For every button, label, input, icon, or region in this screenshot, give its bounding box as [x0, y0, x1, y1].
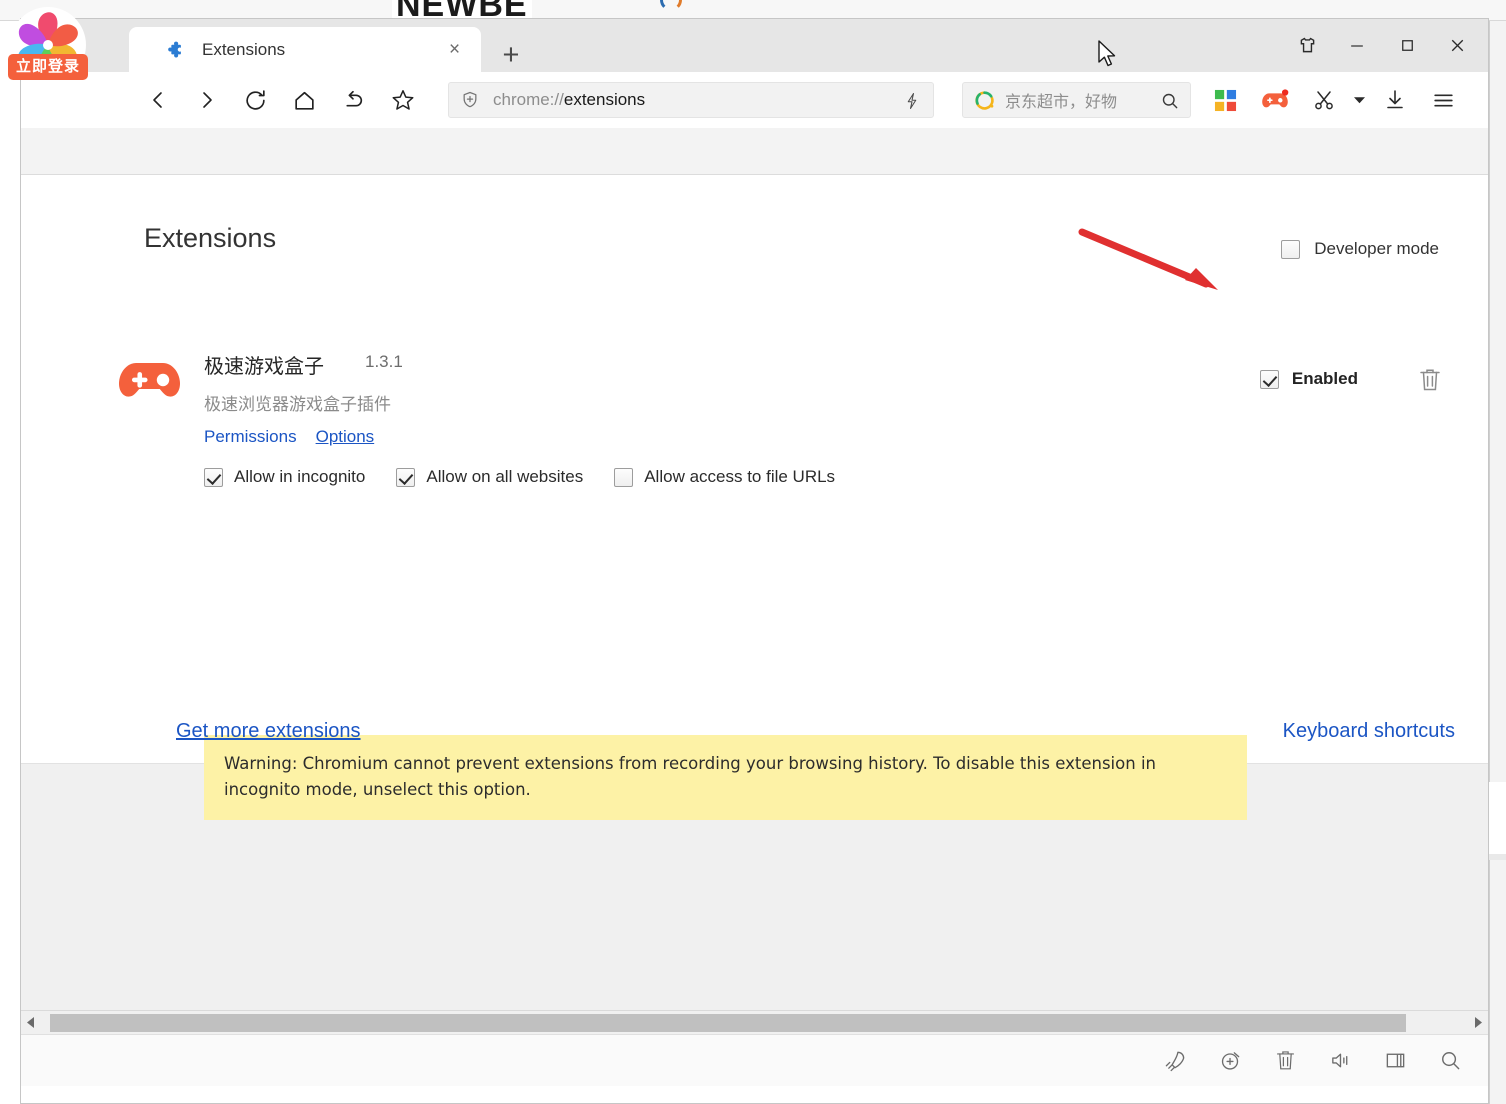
magnifier-icon[interactable] [1160, 91, 1180, 111]
allow-in-incognito-option[interactable]: Allow in incognito [204, 467, 365, 487]
reload-button[interactable] [231, 78, 280, 122]
scroll-right-arrow-icon[interactable] [1468, 1011, 1488, 1035]
bookmarks-bar [21, 128, 1488, 175]
url-path: extensions [563, 90, 646, 109]
window-controls [1282, 19, 1482, 72]
new-tab-button[interactable]: + [494, 38, 528, 72]
page-footer-links: Get more extensions Keyboard shortcuts [21, 720, 1488, 760]
options-link[interactable]: Options [316, 427, 375, 447]
allow-on-all-websites-label: Allow on all websites [426, 467, 584, 486]
account-avatar[interactable]: 立即登录 [8, 8, 88, 88]
speaker-icon[interactable] [1313, 1041, 1368, 1081]
allow-on-all-websites-option[interactable]: Allow on all websites [396, 467, 583, 487]
status-bar [21, 1034, 1488, 1086]
bookmark-star-button[interactable] [378, 78, 427, 122]
extension-description: 极速浏览器游戏盒子插件 [204, 395, 391, 415]
horizontal-scrollbar[interactable] [21, 1010, 1488, 1034]
address-bar-text: chrome://extensions [493, 90, 645, 110]
orange-gamepad-icon [118, 355, 182, 411]
enabled-label: Enabled [1291, 369, 1358, 388]
url-scheme: chrome:// [493, 90, 564, 109]
tab-title: Extensions [202, 39, 286, 59]
developer-mode-checkbox[interactable] [1281, 239, 1301, 259]
login-badge[interactable]: 立即登录 [8, 54, 88, 80]
developer-mode-toggle[interactable]: Developer mode [1281, 239, 1439, 259]
search-icon[interactable] [1423, 1041, 1478, 1081]
enabled-checkbox[interactable] [1259, 369, 1279, 389]
theme-shirt-button[interactable] [1282, 23, 1332, 69]
back-button[interactable] [133, 78, 182, 122]
get-more-extensions-link[interactable]: Get more extensions [176, 720, 361, 743]
remove-extension-trash-icon[interactable] [1418, 367, 1442, 393]
maximize-button[interactable] [1382, 23, 1432, 69]
rocket-icon[interactable] [1148, 1041, 1203, 1081]
page-viewport: Extensions Developer mode 极速游戏盒子 1.3.1 极… [21, 175, 1488, 820]
page-title: Extensions [144, 223, 277, 253]
chevron-down-icon[interactable] [1348, 78, 1370, 122]
lightning-bolt-icon[interactable] [903, 91, 921, 111]
extension-permission-checkboxes: Allow in incognito Allow on all websites… [204, 467, 835, 487]
stopwatch-add-icon[interactable] [1203, 1041, 1258, 1081]
extension-links: Permissions Options [204, 427, 374, 447]
gamepad-extension-icon[interactable] [1250, 78, 1299, 122]
address-bar[interactable]: chrome://extensions [448, 82, 934, 118]
allow-in-incognito-label: Allow in incognito [234, 467, 366, 486]
hamburger-menu-icon[interactable] [1419, 78, 1468, 122]
screenshot-root: NEWBE Extensions × + chrome://extensions… [0, 0, 1506, 1104]
window-split-icon[interactable] [1368, 1041, 1423, 1081]
scrollbar-track[interactable] [41, 1011, 1468, 1035]
background-right-panel [1489, 21, 1506, 1104]
microsoft-squares-icon[interactable] [1201, 78, 1250, 122]
extension-enabled-toggle[interactable]: Enabled [1259, 369, 1358, 389]
tab-close-icon[interactable]: × [445, 40, 464, 59]
browser-window: Extensions × + chrome://extensions 京东超市，… [20, 18, 1489, 1104]
search-box[interactable]: 京东超市，好物 [962, 82, 1191, 118]
background-white-block [1489, 782, 1506, 854]
scrollbar-thumb[interactable] [50, 1013, 1406, 1032]
download-icon[interactable] [1370, 78, 1419, 122]
allow-file-urls-option[interactable]: Allow access to file URLs [614, 467, 835, 487]
trash-icon[interactable] [1258, 1041, 1313, 1081]
puzzle-piece-icon [165, 40, 184, 59]
extension-name: 极速游戏盒子 [204, 354, 324, 378]
tab-strip: Extensions × + [21, 19, 1488, 72]
home-button[interactable] [280, 78, 329, 122]
permissions-link[interactable]: Permissions [204, 427, 297, 447]
keyboard-shortcuts-link[interactable]: Keyboard shortcuts [1283, 720, 1455, 743]
developer-mode-label: Developer mode [1314, 239, 1439, 258]
extension-version: 1.3.1 [365, 352, 403, 371]
allow-in-incognito-checkbox[interactable] [204, 467, 223, 487]
navigation-toolbar: chrome://extensions 京东超市，好物 [21, 72, 1488, 128]
shield-plus-icon [460, 90, 480, 110]
360-search-logo-icon [974, 90, 995, 111]
allow-file-urls-checkbox[interactable] [614, 467, 634, 487]
forward-button[interactable] [182, 78, 231, 122]
scroll-left-arrow-icon[interactable] [21, 1011, 41, 1035]
background-gray-block [1489, 854, 1506, 860]
undo-button[interactable] [329, 78, 378, 122]
search-placeholder: 京东超市，好物 [1005, 92, 1118, 111]
scissors-screenshot-icon[interactable] [1299, 78, 1348, 122]
tab-extensions[interactable]: Extensions × [129, 27, 481, 72]
allow-file-urls-label: Allow access to file URLs [644, 467, 836, 486]
allow-on-all-websites-checkbox[interactable] [396, 467, 416, 487]
minimize-button[interactable] [1332, 23, 1382, 69]
close-button[interactable] [1432, 23, 1482, 69]
